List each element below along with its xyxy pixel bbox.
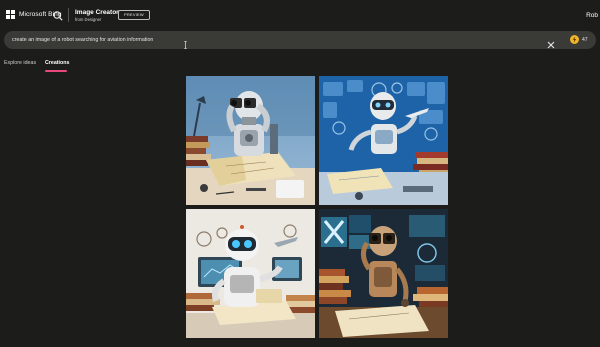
coin-icon bbox=[570, 35, 579, 44]
search-icon bbox=[53, 11, 63, 21]
generated-image-2[interactable] bbox=[319, 76, 448, 205]
generated-image-1[interactable] bbox=[186, 76, 315, 205]
app-subtitle: from Designer bbox=[75, 17, 102, 22]
tab-creations[interactable]: Creations bbox=[45, 60, 69, 66]
search-button[interactable] bbox=[52, 9, 64, 21]
user-name[interactable]: Rob bbox=[586, 12, 598, 19]
generated-image-3[interactable] bbox=[186, 209, 315, 338]
boost-count: 47 bbox=[582, 36, 588, 43]
microsoft-logo-icon bbox=[6, 10, 15, 19]
tab-explore-ideas[interactable]: Explore ideas bbox=[4, 60, 36, 66]
app-title[interactable]: Image Creator bbox=[75, 9, 119, 16]
prompt-input[interactable]: create an image of a robot searching for… bbox=[12, 37, 153, 43]
prompt-bar[interactable]: create an image of a robot searching for… bbox=[4, 31, 596, 49]
clear-prompt-button[interactable] bbox=[547, 36, 555, 49]
boost-counter[interactable]: 47 bbox=[570, 35, 588, 44]
top-bar: Microsoft Bing Image Creator from Design… bbox=[0, 0, 600, 30]
header-divider bbox=[68, 8, 69, 22]
generated-image-4[interactable] bbox=[319, 209, 448, 338]
text-cursor-icon bbox=[184, 36, 187, 49]
active-tab-indicator bbox=[45, 70, 67, 72]
preview-badge: PREVIEW bbox=[118, 10, 150, 20]
close-icon bbox=[547, 41, 555, 49]
